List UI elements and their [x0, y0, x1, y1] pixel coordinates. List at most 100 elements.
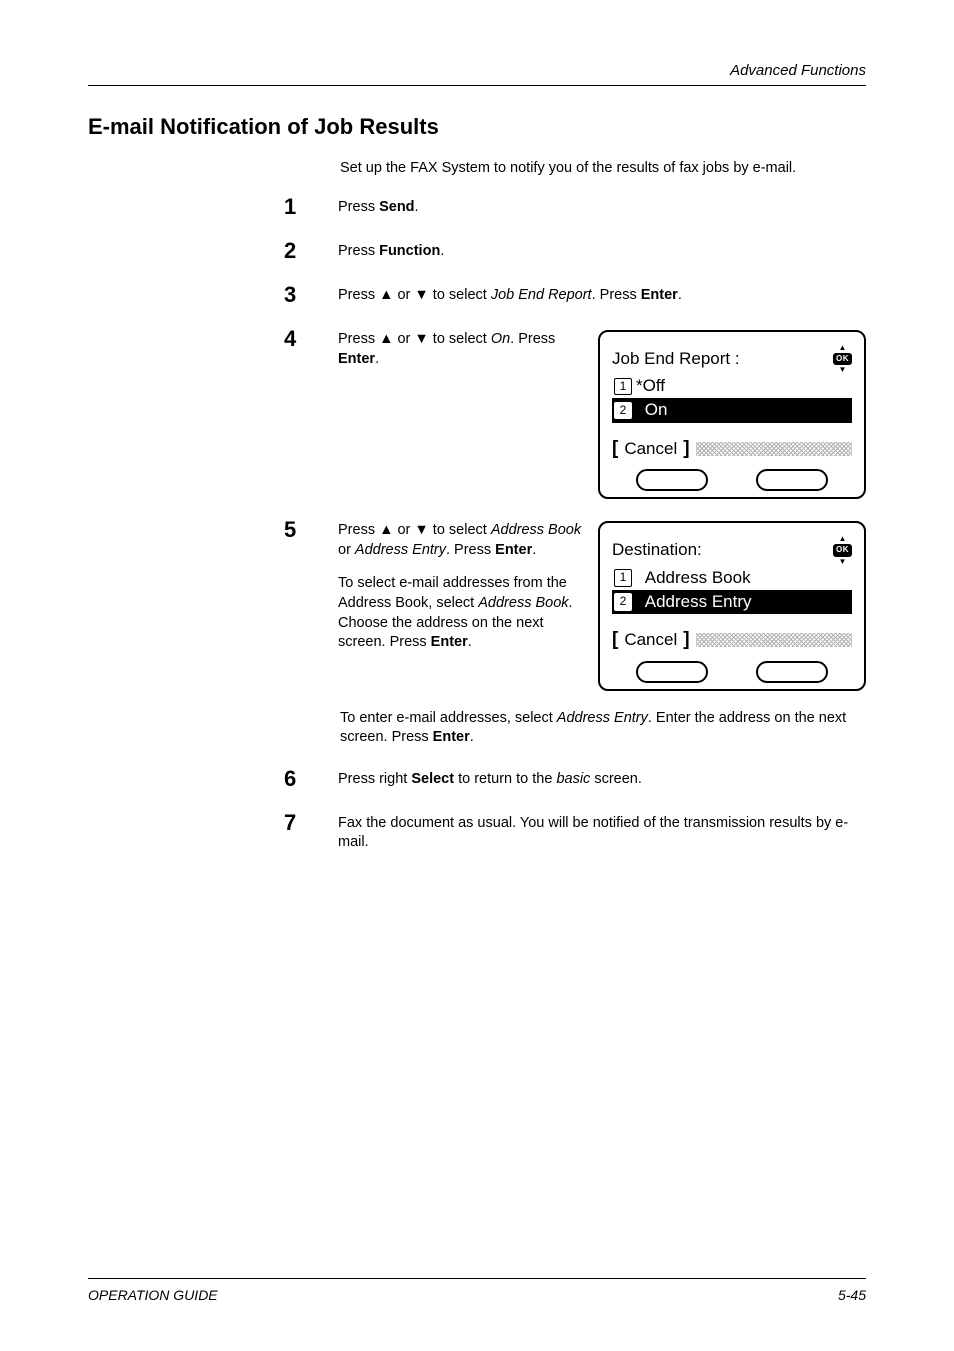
ok-icon: ▲ OK ▼ [833, 344, 852, 374]
step-3: 3 Press ▲ or ▼ to select Job End Report.… [88, 282, 866, 308]
softkey-right-button[interactable] [756, 469, 828, 491]
option-number-icon: 2 [614, 593, 632, 611]
step-text: Press ▲ or ▼ to select On. Press Enter. [338, 330, 586, 499]
menu-item: Address Entry [557, 710, 648, 726]
step-5: 5 Press ▲ or ▼ to select Address Book or… [88, 517, 866, 690]
menu-item: basic [556, 771, 590, 787]
ok-icon: ▲ OK ▼ [833, 535, 852, 565]
header-rule [88, 85, 866, 86]
text: . Press [446, 542, 495, 558]
option-label: Address Book [645, 567, 751, 589]
bracket-icon: ] [683, 628, 689, 653]
step-body: Press ▲ or ▼ to select On. Press Enter. … [330, 326, 866, 499]
menu-item: Address Book [478, 595, 568, 611]
lcd-option-on-selected: 2 On [612, 398, 852, 422]
option-number-icon: 2 [614, 402, 632, 420]
down-triangle-icon: ▼ [414, 287, 428, 303]
softkey-left-button[interactable] [636, 469, 708, 491]
footer-guide: OPERATION GUIDE [88, 1287, 218, 1303]
text: or [393, 522, 414, 538]
key-name: Select [411, 771, 454, 787]
text: Press [338, 522, 379, 538]
menu-item: Address Entry [355, 542, 446, 558]
step-number: 4 [88, 326, 330, 352]
text: to select [429, 522, 491, 538]
up-triangle-icon: ▲ [379, 331, 393, 347]
key-name: Enter [431, 634, 468, 650]
step-body: Press ▲ or ▼ to select Job End Report. P… [330, 282, 866, 306]
bracket-icon: [ [612, 437, 618, 462]
text: . [440, 243, 444, 259]
text: or [393, 287, 414, 303]
key-name: Send [379, 199, 414, 215]
step-1: 1 Press Send. [88, 194, 866, 220]
lcd-option-address-book: 1 Address Book [612, 566, 852, 590]
option-label: *Off [636, 375, 665, 397]
option-number-icon: 1 [614, 378, 632, 396]
key-name: Enter [338, 351, 375, 367]
text: screen. [590, 771, 642, 787]
lcd-title: Job End Report : [612, 348, 740, 370]
lcd-option-off: 1*Off [612, 374, 852, 398]
page-title: E-mail Notification of Job Results [88, 114, 866, 140]
text: Press [338, 331, 379, 347]
up-triangle-icon: ▲ [379, 287, 393, 303]
step-number: 6 [88, 766, 330, 792]
option-label: On [645, 399, 668, 421]
text: . [375, 351, 379, 367]
key-name: Enter [495, 542, 532, 558]
text: to select [429, 287, 491, 303]
key-name: Enter [641, 287, 678, 303]
text: . Press [510, 331, 555, 347]
step-text: Press ▲ or ▼ to select Address Book or A… [338, 521, 586, 690]
menu-item: Job End Report [491, 287, 592, 303]
footer-page-number: 5-45 [838, 1287, 866, 1303]
step-body: Press Function. [330, 238, 866, 262]
text: . [415, 199, 419, 215]
header-section: Advanced Functions [88, 62, 866, 79]
up-triangle-icon: ▲ [379, 522, 393, 538]
text: Press [338, 199, 379, 215]
text: Press right [338, 771, 411, 787]
text: . [532, 542, 536, 558]
lcd-softkeys: [ Cancel ] [612, 628, 852, 653]
step-body: Press ▲ or ▼ to select Address Book or A… [330, 517, 866, 690]
text: . [468, 634, 472, 650]
option-number-icon: 1 [614, 569, 632, 587]
softkey-right-button[interactable] [756, 661, 828, 683]
key-name: Function [379, 243, 440, 259]
text: Press [338, 243, 379, 259]
key-name: Enter [433, 729, 470, 745]
menu-item: On [491, 331, 510, 347]
text: To enter e-mail addresses, select [340, 710, 557, 726]
step-number: 1 [88, 194, 330, 220]
bracket-icon: ] [683, 437, 689, 462]
text: . Press [592, 287, 641, 303]
step-body: Press right Select to return to the basi… [330, 766, 866, 790]
softkey-left-button[interactable] [636, 661, 708, 683]
text: to return to the [454, 771, 556, 787]
step-5-after: To enter e-mail addresses, select Addres… [340, 709, 866, 748]
text: Press [338, 287, 379, 303]
menu-item: Address Book [491, 522, 581, 538]
text: . [678, 287, 682, 303]
option-label: Address Entry [645, 591, 752, 613]
cancel-label: Cancel [624, 629, 677, 651]
step-2: 2 Press Function. [88, 238, 866, 264]
down-triangle-icon: ▼ [414, 331, 428, 347]
text: or [338, 542, 355, 558]
lcd-screen-1: Job End Report : ▲ OK ▼ 1*Off 2 On [598, 330, 866, 499]
step-number: 3 [88, 282, 330, 308]
page-footer: OPERATION GUIDE 5-45 [88, 1278, 866, 1303]
step-7: 7 Fax the document as usual. You will be… [88, 810, 866, 853]
lcd-title: Destination: [612, 539, 702, 561]
down-triangle-icon: ▼ [414, 522, 428, 538]
lcd-softkeys: [ Cancel ] [612, 437, 852, 462]
step-4: 4 Press ▲ or ▼ to select On. Press Enter… [88, 326, 866, 499]
bracket-icon: [ [612, 628, 618, 653]
step-number: 2 [88, 238, 330, 264]
step-body: Fax the document as usual. You will be n… [330, 810, 866, 853]
step-number: 7 [88, 810, 330, 836]
step-6: 6 Press right Select to return to the ba… [88, 766, 866, 792]
text: to select [429, 331, 491, 347]
